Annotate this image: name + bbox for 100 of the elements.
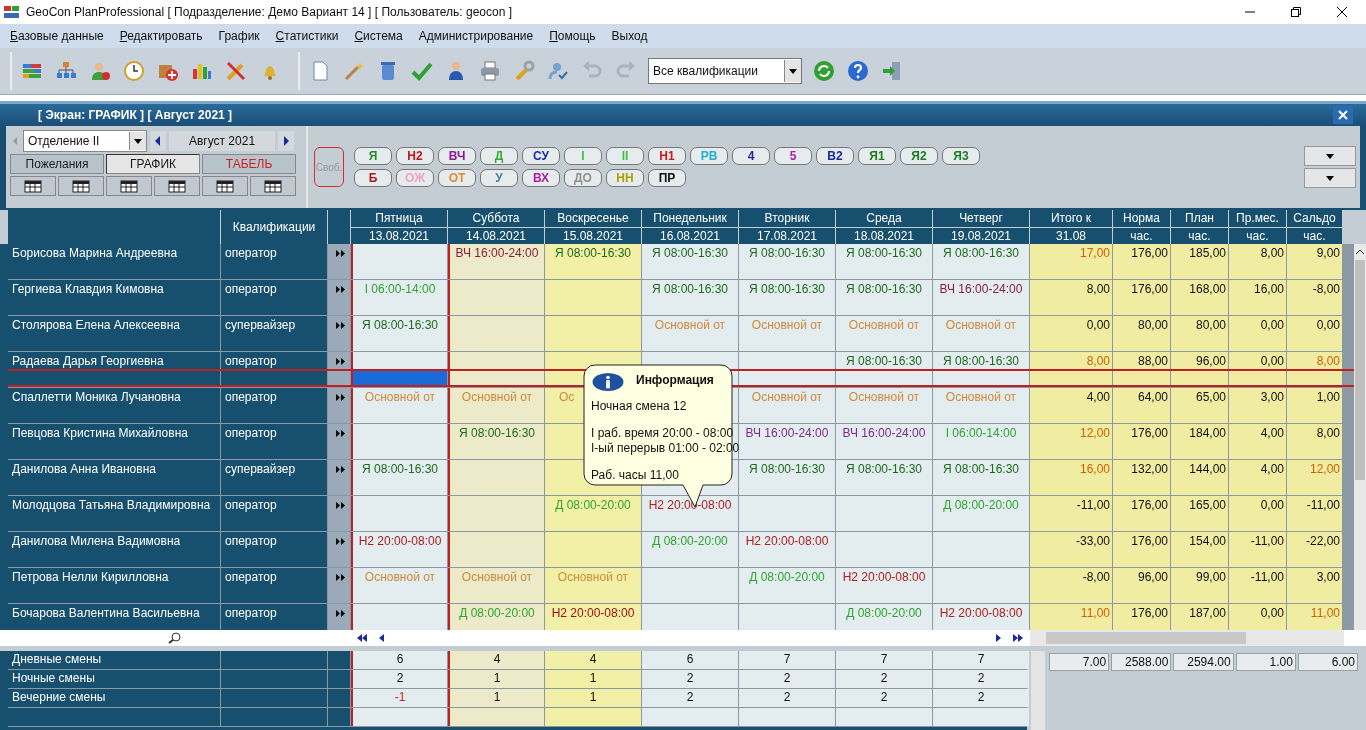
column-header: План [1171,210,1228,227]
column-header: 17.08.2021 [739,227,835,244]
total-cell: 154,00 [1171,532,1228,567]
total-cell: 0,00 [1229,316,1286,351]
qualification-cell: оператор [221,496,327,531]
total-cell: 176,00 [1113,532,1170,567]
summary-cell: 7 [739,651,835,669]
column-header: Пр.мес. [1229,210,1286,227]
summary-total: 2588.00 [1111,653,1172,671]
summary-cell: 1 [545,670,641,688]
total-cell: 176,00 [1113,496,1170,531]
summary-cell: 1 [545,689,641,707]
month-label: Август 2021 [169,131,275,151]
qualification-cell: оператор [221,280,327,315]
total-cell: 0,00 [1229,604,1286,630]
column-header: Сальдо [1287,210,1342,227]
total-cell: 11,00 [1287,604,1342,630]
summary-label-cell: Ночные смены [8,670,220,688]
column-header: Воскресенье [545,210,641,227]
total-cell: 96,00 [1113,568,1170,603]
total-cell: 8,00 [1229,244,1286,279]
tooltip-text: I-ый перерыв 01:00 - 02:00 [591,441,740,456]
column-header: Вторник [739,210,835,227]
total-cell: 99,00 [1171,568,1228,603]
total-cell: 187,00 [1171,604,1228,630]
summary-cell: -1 [351,689,447,707]
total-cell: 16,00 [1229,280,1286,315]
column-header: Квалификации [221,210,327,244]
column-header: Четверг [933,210,1029,227]
qualification-cell: оператор [221,604,327,630]
total-cell: 65,00 [1171,388,1228,423]
total-cell: 3,00 [1287,568,1342,603]
tooltip-text: I раб. время 20:00 - 08:00 [591,426,735,441]
column-header: час. [1171,227,1228,244]
summary-total: 7.00 [1049,653,1110,671]
window-title: GeoCon PlanProfessional [ Подразделение: Демо Вариант 14 ] [ Пользователь: geocon ] [26,5,513,19]
tooltip-text: Раб. часы 11,00 [591,468,680,483]
total-cell: 168,00 [1171,280,1228,315]
total-cell: -11,00 [1229,568,1286,603]
total-cell: 3,00 [1229,388,1286,423]
total-cell: -33,00 [1030,532,1112,567]
summary-cell: 6 [642,651,738,669]
column-header: Суббота [448,210,544,227]
total-cell: 17,00 [1030,244,1112,279]
column-header: 13.08.2021 [351,227,447,244]
total-cell: 185,00 [1171,244,1228,279]
total-cell: -8,00 [1287,280,1342,315]
summary-cell: 7 [933,651,1029,669]
qualification-cell: оператор [221,424,327,459]
total-cell: 11,00 [1030,604,1112,630]
total-cell: -11,00 [1229,532,1286,567]
summary-label-cell: Дневные смены [8,651,220,669]
summary-cell: 1 [448,670,544,688]
column-header: 19.08.2021 [933,227,1029,244]
column-header: 31.08 [1030,227,1112,244]
total-cell: -8,00 [1030,568,1112,603]
total-cell: 165,00 [1171,496,1228,531]
summary-cell: 4 [448,651,544,669]
total-cell: 16,00 [1030,460,1112,495]
summary-total: 6.00 [1297,653,1358,671]
summary-cell: 2 [836,670,932,688]
total-cell: -11,00 [1030,496,1112,531]
qualification-cell: оператор [221,244,327,279]
summary-label-cell: Вечерние смены [8,689,220,707]
screen-title: [ Экран: ГРАФИК ] [ Август 2021 ] [38,108,233,122]
total-cell: 9,00 [1287,244,1342,279]
qualification-cell: оператор [221,568,327,603]
total-cell: 176,00 [1113,424,1170,459]
total-cell: 0,00 [1030,316,1112,351]
total-cell: -22,00 [1287,532,1342,567]
total-cell: 176,00 [1113,280,1170,315]
summary-cell: 2 [642,670,738,688]
total-cell: 0,00 [1287,316,1342,351]
summary-cell: 2 [739,670,835,688]
qualification-cell: оператор [221,532,327,567]
summary-cell: 2 [933,670,1029,688]
tooltip-text: Ночная смена 12 [591,399,688,414]
total-cell: 0,00 [1229,496,1286,531]
summary-cell: 2 [933,689,1029,707]
total-cell: 8,00 [1030,280,1112,315]
total-cell: -11,00 [1287,496,1342,531]
summary-cell: 1 [448,689,544,707]
column-header: Пятница [351,210,447,227]
total-cell: 64,00 [1113,388,1170,423]
column-header: час. [1229,227,1286,244]
column-header: 18.08.2021 [836,227,932,244]
total-cell: 8,00 [1287,424,1342,459]
summary-total: 1.00 [1235,653,1296,671]
total-cell: 12,00 [1030,424,1112,459]
total-cell: 80,00 [1171,316,1228,351]
column-header: 14.08.2021 [448,227,544,244]
total-cell: 176,00 [1113,604,1170,630]
qualification-cell: оператор [221,388,327,423]
summary-cell: 4 [545,651,641,669]
total-cell: 4,00 [1229,460,1286,495]
total-cell: 12,00 [1287,460,1342,495]
column-header: час. [1113,227,1170,244]
total-cell: 1,00 [1287,388,1342,423]
total-cell: 4,00 [1030,388,1112,423]
tooltip-title: Информация [636,373,714,387]
